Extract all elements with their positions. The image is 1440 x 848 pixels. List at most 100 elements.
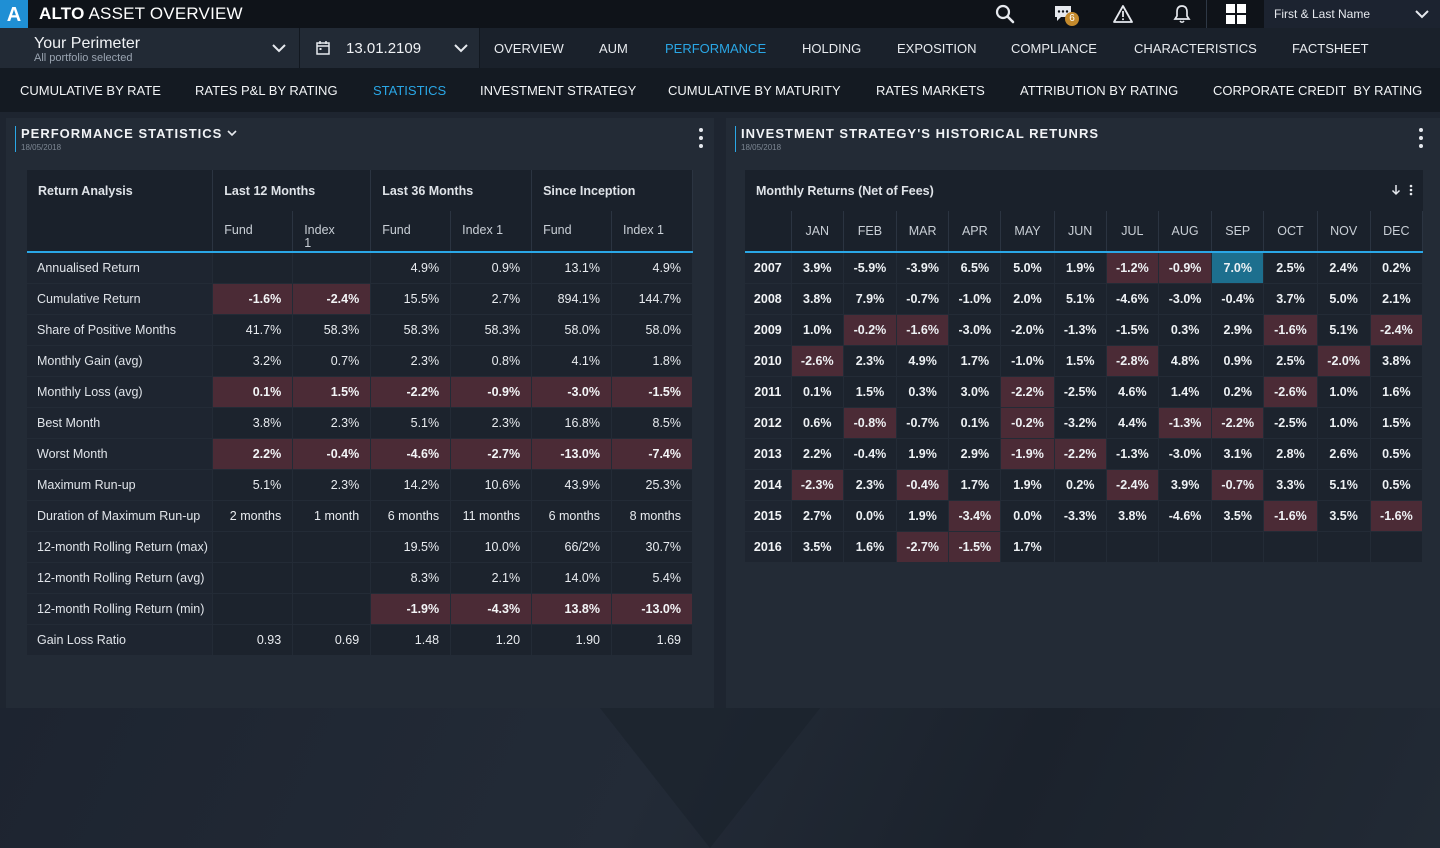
more-options-icon[interactable] [698, 128, 704, 148]
table-cell: -2.8% [1106, 345, 1159, 377]
table-cell: 0.6% [791, 407, 844, 439]
table-cell: 2.1% [450, 562, 533, 594]
performance-statistics-panel: PERFORMANCE STATISTICS 18/05/2018 Return… [6, 118, 714, 708]
table-cell: 5.1% [370, 407, 452, 439]
table-row: Worst Month 2.2% -0.4% -4.6% -2.7% -13.0% -7.4… [27, 438, 693, 470]
table-row: Gain Loss Ratio 0.93 0.69 1.48 1.20 1.90 1.69 [27, 624, 693, 656]
bell-icon[interactable] [1167, 0, 1197, 28]
row-label: 12-month Rolling Return (max) [27, 531, 214, 563]
table-cell: -3.0% [1158, 438, 1213, 470]
app-logo[interactable]: A [0, 0, 28, 28]
table-cell: 0.2% [1211, 376, 1265, 408]
more-options-icon[interactable] [1418, 128, 1424, 148]
table-cell: -2.4% [292, 283, 372, 315]
row-label: Maximum Run-up [27, 469, 214, 501]
table-cell: 0.3% [1158, 314, 1213, 346]
apps-grid-icon[interactable] [1207, 0, 1264, 28]
table-cell: -1.9% [370, 593, 452, 625]
panel-date: 18/05/2018 [21, 143, 62, 152]
table-cell: -3.4% [948, 500, 1002, 532]
table-cell: 5.0% [1317, 283, 1371, 315]
year-label: 2008 [745, 283, 792, 315]
table-cell: 8.5% [611, 407, 693, 439]
nav-overview[interactable]: OVERVIEW [494, 41, 564, 56]
table-row: 2015 2.7% 0.0% 1.9% -3.4% 0.0% -3.3% 3.8% -4.6% 3… [745, 500, 1424, 532]
perimeter-selector[interactable]: Your Perimeter All portfolio selected [0, 28, 300, 68]
nav-aum[interactable]: AUM [599, 41, 628, 56]
table-cell: 5.0% [1000, 252, 1055, 284]
table-cell: 5.1% [1317, 469, 1371, 501]
table-cell: 19.5% [370, 531, 452, 563]
table-cell: 5.1% [1054, 283, 1107, 315]
table-cell [1158, 531, 1213, 563]
table-cell: 0.2% [1054, 469, 1107, 501]
table-cell [292, 252, 372, 284]
top-bar: A ALTO ASSET OVERVIEW 6 First & Last Nam… [0, 0, 1440, 28]
table-cell: 0.0% [843, 500, 898, 532]
nav-exposition[interactable]: EXPOSITION [897, 41, 976, 56]
table-cell: -1.2% [1106, 252, 1159, 284]
sort-icon[interactable] [1391, 184, 1401, 196]
panel-accent [15, 126, 16, 152]
table-cell: 2.1% [1370, 283, 1424, 315]
tab-cumulative-by-maturity[interactable]: CUMULATIVE BY MATURITY [668, 83, 841, 98]
tab-rates-markets[interactable]: RATES MARKETS [876, 83, 985, 98]
table-cell: 4.9% [611, 252, 693, 284]
table-cell: -3.0% [1158, 283, 1213, 315]
tab-investment-strategy[interactable]: INVESTMENT STRATEGY [480, 83, 636, 98]
table-cell: 1.6% [1370, 376, 1424, 408]
tab-statistics[interactable]: STATISTICS [373, 83, 446, 98]
panel-title: INVESTMENT STRATEGY'S HISTORICAL RETUNRS [741, 126, 1100, 141]
table-row: 2016 3.5% 1.6% -2.7% -1.5% 1.7% [745, 531, 1424, 563]
column-group-header: Last 12 Months [212, 170, 372, 211]
table-cell: 58.3% [292, 314, 372, 346]
table-cell: 7.0% [1211, 252, 1265, 284]
table-cell: -0.4% [843, 438, 898, 470]
table-cell: 0.3% [896, 376, 950, 408]
nav-characteristics[interactable]: CHARACTERISTICS [1134, 41, 1257, 56]
table-cell: 3.8% [1106, 500, 1159, 532]
table-cell: -2.4% [1106, 469, 1159, 501]
table-cell: 13.1% [531, 252, 612, 284]
table-cell: -3.3% [1054, 500, 1107, 532]
search-icon[interactable] [990, 0, 1020, 28]
monthly-returns-table: Monthly Returns (Net of Fees) JAN FEB MAR A… [745, 170, 1424, 563]
nav-holding[interactable]: HOLDING [802, 41, 861, 56]
table-cell: -2.7% [450, 438, 533, 470]
table-cell: 43.9% [531, 469, 612, 501]
table-cell: 6.5% [948, 252, 1002, 284]
table-cell: 25.3% [611, 469, 693, 501]
year-label: 2016 [745, 531, 792, 563]
app-title: ALTO ASSET OVERVIEW [39, 4, 243, 23]
year-label: 2007 [745, 252, 792, 284]
table-cell: 10.0% [450, 531, 533, 563]
tab-cumulative-by-rate[interactable]: CUMULATIVE BY RATE [20, 83, 161, 98]
table-cell: -0.2% [1000, 407, 1055, 439]
table-row: 2011 0.1% 1.5% 0.3% 3.0% -2.2% -2.5% 4.6% 1.4% 0.… [745, 376, 1424, 408]
row-label: Cumulative Return [27, 283, 214, 315]
tab-rates-pl-by-rating[interactable]: RATES P&L BY RATING [195, 83, 338, 98]
table-cell: 1.5% [1370, 407, 1424, 439]
tab-corporate-credit-by-rating[interactable]: CORPORATE CREDIT BY RATING [1213, 83, 1422, 98]
table-row: 2007 3.9% -5.9% -3.9% 6.5% 5.0% 1.9% -1.2% -0.9%… [745, 252, 1424, 284]
nav-factsheet[interactable]: FACTSHEET [1292, 41, 1369, 56]
nav-performance[interactable]: PERFORMANCE [665, 41, 766, 56]
table-cell: -2.2% [370, 376, 452, 408]
table-cell: 7.9% [843, 283, 898, 315]
warning-icon[interactable] [1108, 0, 1138, 28]
table-cell: 5.1% [1317, 314, 1371, 346]
table-cell [212, 252, 294, 284]
table-cell: -0.4% [1211, 283, 1265, 315]
table-row: Share of Positive Months 41.7% 58.3% 58.3% 5… [27, 314, 693, 346]
tab-attribution-by-rating[interactable]: ATTRIBUTION BY RATING [1020, 83, 1178, 98]
more-options-icon[interactable] [1409, 184, 1413, 196]
chat-icon[interactable]: 6 [1049, 0, 1079, 28]
table-cell: 2.3% [292, 407, 372, 439]
date-selector[interactable]: 13.01.2109 [300, 28, 480, 68]
user-menu[interactable]: First & Last Name [1264, 0, 1440, 28]
panel-title[interactable]: PERFORMANCE STATISTICS [21, 126, 237, 141]
table-cell: -1.6% [1370, 500, 1424, 532]
table-cell [1054, 531, 1107, 563]
nav-compliance[interactable]: COMPLIANCE [1011, 41, 1097, 56]
table-cell: 1.4% [1158, 376, 1213, 408]
